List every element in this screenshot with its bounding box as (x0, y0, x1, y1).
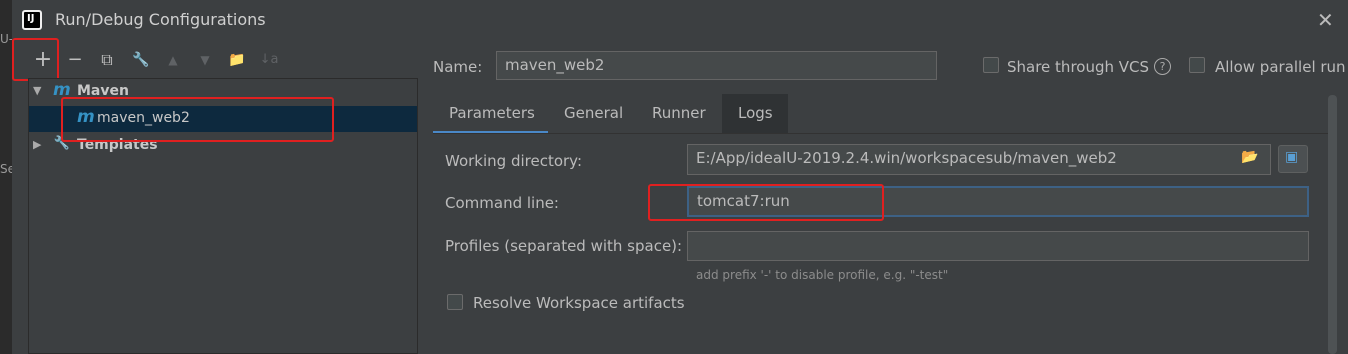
highlight-box-command-line (648, 184, 884, 221)
parallel-run-label: Allow parallel run (1215, 58, 1346, 76)
tab-parameters[interactable]: Parameters (433, 94, 548, 134)
sort-configurations-button[interactable]: ↓a (258, 49, 280, 71)
move-up-button[interactable]: ▲ (162, 49, 184, 71)
intellij-logo-icon: IJ (22, 10, 42, 30)
help-icon[interactable]: ? (1154, 58, 1171, 75)
remove-configuration-button[interactable]: − (64, 49, 86, 71)
module-directory-button[interactable]: ▣ (1278, 145, 1308, 173)
dialog-title: Run/Debug Configurations (55, 10, 266, 29)
resolve-workspace-checkbox[interactable] (447, 294, 463, 310)
tab-runner[interactable]: Runner (636, 94, 722, 134)
run-debug-dialog: IJ Run/Debug Configurations ✕ + − ⧉ 🔧 ▲ … (12, 0, 1348, 354)
profiles-label: Profiles (separated with space): (445, 237, 683, 255)
parallel-run-checkbox[interactable] (1189, 57, 1205, 73)
name-label: Name: (433, 58, 483, 76)
share-vcs-label: Share through VCS (1007, 58, 1150, 76)
parameters-tab-content: Working directory: E:/App/idealU-2019.2.… (433, 134, 1329, 354)
browse-folder-icon[interactable]: 📂 (1241, 149, 1258, 165)
background-window-strip: U- Se (0, 0, 15, 354)
working-directory-label: Working directory: (445, 152, 583, 170)
expanded-arrow-icon[interactable]: ▼ (33, 84, 41, 97)
edit-defaults-button[interactable]: 🔧 (130, 49, 152, 71)
profiles-hint: add prefix '-' to disable profile, e.g. … (696, 268, 949, 282)
tab-bar: Parameters General Runner Logs (433, 94, 1333, 134)
share-vcs-checkbox[interactable] (983, 57, 999, 73)
collapsed-arrow-icon[interactable]: ▶ (33, 138, 41, 151)
new-folder-button[interactable]: 📁 (226, 49, 248, 71)
title-bar: IJ Run/Debug Configurations ✕ (12, 0, 1348, 42)
copy-configuration-button[interactable]: ⧉ (96, 49, 118, 71)
profiles-input[interactable] (687, 231, 1309, 261)
tab-general[interactable]: General (548, 94, 639, 134)
move-down-button[interactable]: ▼ (194, 49, 216, 71)
config-toolbar: + − ⧉ 🔧 ▲ ▼ 📁 ↓a (12, 42, 417, 78)
tab-logs[interactable]: Logs (722, 94, 788, 134)
folder-icon: ▣ (1285, 149, 1299, 165)
highlight-box-add (12, 38, 59, 81)
name-input[interactable]: maven_web2 (496, 51, 937, 80)
highlight-box-config (61, 97, 334, 142)
vertical-scrollbar[interactable] (1328, 95, 1337, 354)
resolve-workspace-label: Resolve Workspace artifacts (473, 294, 685, 312)
close-icon[interactable]: ✕ (1317, 8, 1334, 32)
command-line-label: Command line: (445, 194, 559, 212)
working-directory-input[interactable]: E:/App/idealU-2019.2.4.win/workspacesub/… (687, 144, 1271, 175)
